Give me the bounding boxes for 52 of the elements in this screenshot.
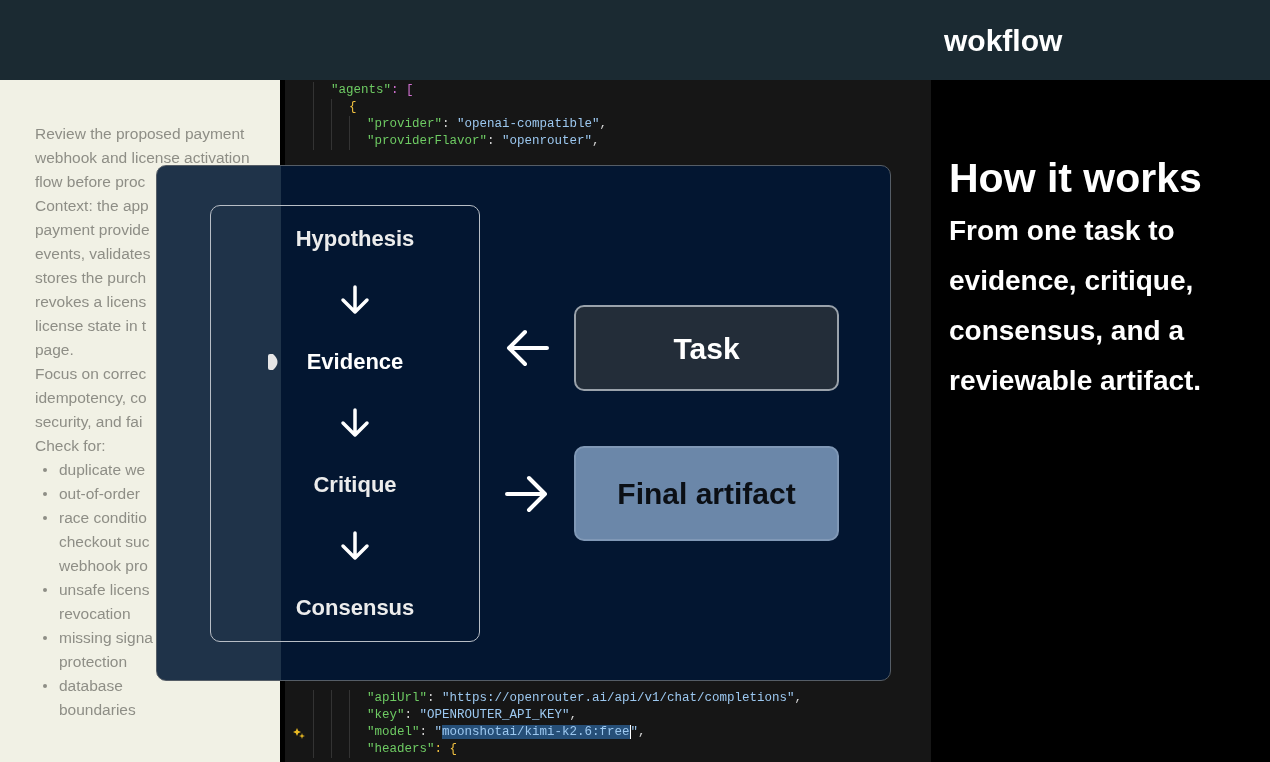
document-text: webhook pro [59,556,148,577]
document-text: page. [35,340,74,361]
artifact-label: Final artifact [617,476,796,512]
bullet-icon [43,516,47,520]
document-text: duplicate we [59,460,146,481]
right-arrow-icon [505,473,549,514]
document-text: Context: the app [35,196,149,217]
step-label: Consensus [295,594,415,622]
bullet-icon [43,684,47,688]
bullet-icon [43,588,47,592]
brand-name[interactable]: wokflow [944,17,1063,63]
document-text: license state in t [35,316,147,337]
down-arrow-icon [338,531,372,561]
bullet-icon [43,636,47,640]
document-text: security, and fai [35,412,143,433]
task-label: Task [673,330,740,367]
code-line: "providerFlavor": "openrouter", [367,133,600,151]
document-text: unsafe licens [59,580,150,601]
document-text: revokes a licens [35,292,147,313]
section-title: How it works [949,154,1203,203]
document-text: revocation [59,604,131,625]
step-label: Hypothesis [295,225,415,253]
document-text: flow before proc [35,172,146,193]
bullet-icon [43,492,47,496]
document-text: idempotency, co [35,388,147,409]
document-text: checkout suc [59,532,150,553]
document-text: events, validates [35,244,151,265]
code-line: { [349,99,357,117]
document-text: Focus on correc [35,364,147,385]
code-line: "key": "OPENROUTER_API_KEY", [367,707,578,725]
document-text: database [59,676,123,697]
bullet-icon [43,468,47,472]
document-text: out-of-order [59,484,140,505]
left-arrow-icon [505,328,549,368]
document-text: boundaries [59,700,136,721]
document-text: race conditio [59,508,147,529]
document-text: protection [59,652,128,673]
section-description: From one task to evidence, critique, consensus, and a reviewable artifact. [949,214,1203,398]
code-line: "apiUrl": "https://openrouter.ai/api/v1/chat/completions", [367,690,803,708]
document-text: payment provide [35,220,150,241]
step-label: Evidence [306,348,404,376]
document-text: webhook and license activation [35,148,250,169]
document-text: missing signa [59,628,153,649]
code-line: "headers": { [367,741,458,759]
document-text: stores the purch [35,268,147,289]
document-text: Review the proposed payment [35,124,245,145]
document-text: Check for: [35,436,106,457]
down-arrow-icon [338,408,372,438]
step-label: Critique [313,471,397,499]
code-line: "provider": "openai-compatible", [367,116,608,134]
code-line: "agents": [ [331,82,414,100]
down-arrow-icon [338,285,372,315]
